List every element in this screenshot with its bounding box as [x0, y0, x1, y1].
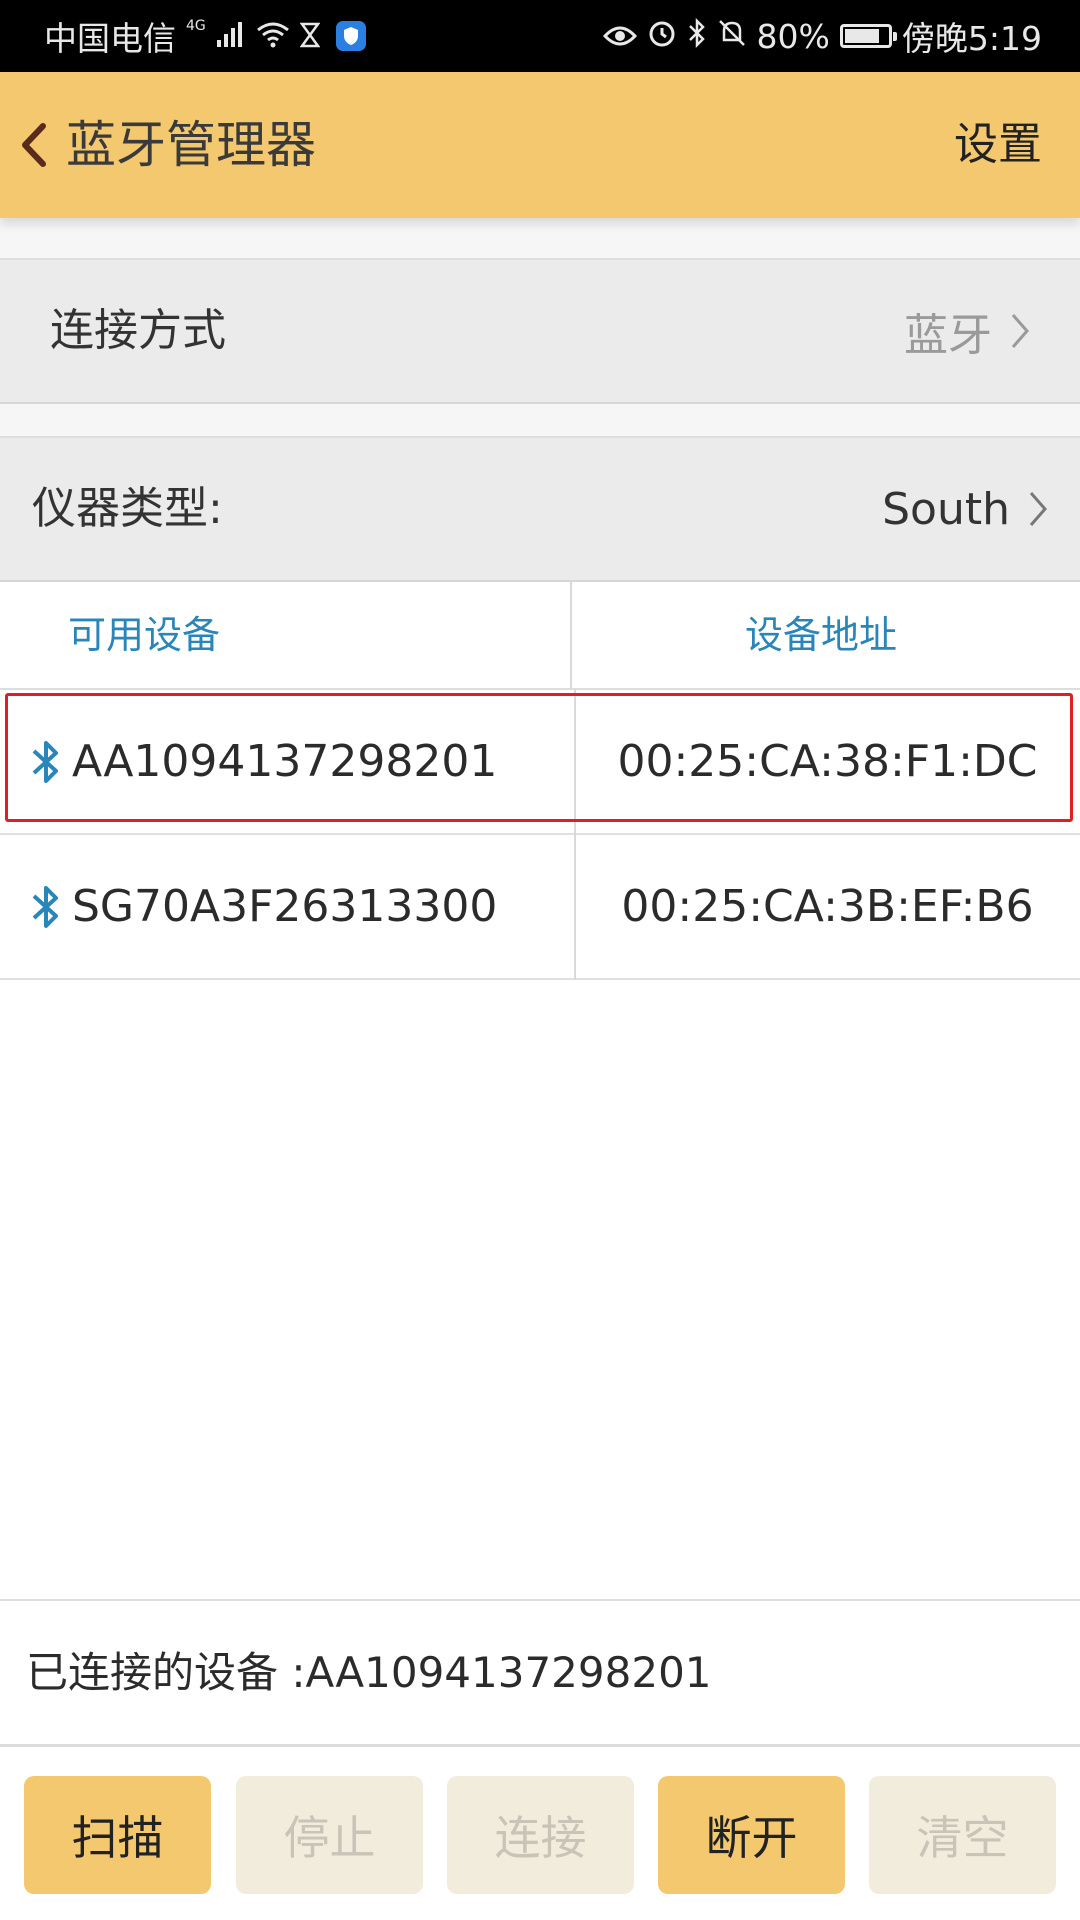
instrument-type-value-wrap: South	[882, 438, 1048, 580]
shield-icon	[335, 21, 366, 51]
section-gap	[0, 218, 1080, 258]
instrument-type-value: South	[882, 483, 1010, 535]
signal-icon	[216, 17, 246, 56]
connection-method-label: 连接方式	[50, 305, 226, 356]
connection-method-value-wrap: 蓝牙	[904, 260, 1030, 402]
chevron-left-icon	[22, 123, 46, 167]
hourglass-icon	[299, 17, 321, 56]
status-bar: 中国电信 4G 80% 傍晚5:19	[0, 0, 1080, 72]
device-name-cell: SG70A3F26313300	[30, 835, 497, 978]
device-address: 00:25:CA:3B:EF:B6	[621, 881, 1034, 932]
bluetooth-status-icon	[687, 17, 707, 56]
device-row[interactable]: SG70A3F26313300 00:25:CA:3B:EF:B6	[0, 835, 1080, 980]
connected-device-row: 已连接的设备 :AA1094137298201	[0, 1599, 1080, 1747]
instrument-type-label: 仪器类型:	[32, 483, 223, 534]
disconnect-button[interactable]: 断开	[658, 1776, 845, 1894]
chevron-right-icon	[1029, 492, 1047, 526]
page-title: 蓝牙管理器	[66, 116, 316, 174]
section-gap	[0, 404, 1080, 436]
eye-icon	[602, 17, 637, 56]
connection-method-value: 蓝牙	[904, 310, 992, 361]
wifi-icon	[256, 17, 290, 56]
clear-button[interactable]: 清空	[869, 1776, 1056, 1894]
bottom-toolbar: 扫描 停止 连接 断开 清空	[0, 1747, 1080, 1920]
column-header-device: 可用设备	[68, 613, 221, 657]
alarm-icon	[647, 17, 677, 56]
instrument-type-row[interactable]: 仪器类型: South	[0, 436, 1080, 582]
status-right: 80% 傍晚5:19	[602, 0, 1042, 72]
bluetooth-icon	[32, 885, 58, 928]
clock: 傍晚5:19	[901, 19, 1042, 58]
status-left: 中国电信 4G	[44, 0, 366, 72]
battery-percent: 80%	[756, 16, 830, 56]
battery-fill	[844, 29, 879, 43]
settings-button[interactable]: 设置	[954, 72, 1042, 218]
mute-bell-icon	[717, 17, 747, 56]
connection-method-row[interactable]: 连接方式 蓝牙	[0, 258, 1080, 404]
column-header-address: 设备地址	[745, 613, 898, 657]
back-button[interactable]	[14, 110, 54, 180]
app-bar: 蓝牙管理器 设置	[0, 72, 1080, 218]
device-name: SG70A3F26313300	[72, 881, 498, 932]
network-type: 4G	[186, 18, 206, 34]
connected-device-text: 已连接的设备 :AA1094137298201	[26, 1648, 712, 1697]
carrier-name: 中国电信	[44, 19, 176, 58]
chevron-right-icon	[1011, 314, 1029, 348]
selected-row-highlight	[5, 693, 1073, 822]
scan-button[interactable]: 扫描	[24, 1776, 211, 1894]
connect-button[interactable]: 连接	[447, 1776, 634, 1894]
stop-button[interactable]: 停止	[236, 1776, 423, 1894]
column-divider	[570, 582, 572, 690]
battery-icon	[839, 24, 897, 48]
device-table-header: 可用设备 设备地址	[0, 582, 1080, 690]
